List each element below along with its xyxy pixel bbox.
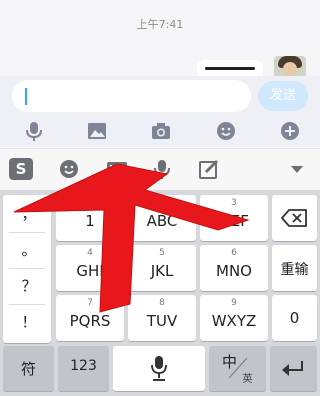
emoji-icon[interactable] [215, 120, 237, 142]
space-voice-key[interactable] [113, 346, 205, 391]
language-switch-key[interactable]: 中 英 [209, 346, 266, 391]
enter-icon [282, 361, 303, 376]
chat-area: 上午7:41 [0, 0, 320, 76]
key-7-pqrs[interactable]: 7 PQRS [56, 295, 124, 341]
key-4-ghi[interactable]: 4 GHI [56, 245, 124, 291]
camera-icon[interactable] [150, 120, 172, 142]
collapse-icon[interactable] [285, 157, 309, 181]
emoji-face-icon[interactable] [57, 157, 81, 181]
image-icon[interactable] [86, 120, 108, 142]
backspace-key[interactable] [272, 195, 317, 241]
reenter-key[interactable]: 重输 [272, 245, 317, 291]
symbol-question-key[interactable]: ？ [6, 275, 52, 296]
text-caret [25, 88, 27, 105]
enter-key[interactable] [270, 346, 317, 391]
keyboard-icon[interactable] [105, 157, 129, 181]
backspace-icon [281, 209, 307, 227]
key-9-wxyz[interactable]: 9 WXYZ [200, 295, 268, 341]
message-bubble[interactable] [197, 60, 263, 76]
key-3-def[interactable]: 3 DEF [200, 195, 268, 241]
key-0[interactable]: 0 [272, 295, 317, 341]
symbol-period-key[interactable]: 。 [6, 239, 52, 260]
voice-icon[interactable] [150, 157, 174, 181]
key-2-abc[interactable]: 2 ABC [128, 195, 196, 241]
ime-toolbar: S [0, 148, 320, 190]
send-button[interactable]: 发送 [258, 81, 308, 111]
voice-icon[interactable] [23, 120, 45, 142]
plus-icon[interactable] [279, 120, 301, 142]
symbol-key[interactable]: 符 [3, 346, 54, 391]
composer: 发送 [0, 76, 320, 116]
key-1[interactable]: 1 [56, 195, 124, 241]
key-5-jkl[interactable]: 5 JKL [128, 245, 196, 291]
numeric-key[interactable]: 123 [58, 346, 109, 391]
symbol-exclaim-key[interactable]: ！ [6, 311, 52, 332]
chat-toolbar [0, 116, 320, 146]
message-timestamp: 上午7:41 [136, 18, 184, 31]
keyboard: ， 。 ？ ！ 1 2 ABC 3 DEF 4 GHI 5 JKL 6 MNO … [0, 190, 320, 396]
avatar[interactable] [274, 56, 306, 76]
key-6-mno[interactable]: 6 MNO [200, 245, 268, 291]
microphone-icon [151, 356, 167, 381]
key-8-tuv[interactable]: 8 TUV [128, 295, 196, 341]
edit-icon[interactable] [197, 157, 221, 181]
symbol-comma-key[interactable]: ， [6, 203, 52, 224]
symbol-column[interactable]: ， 。 ？ ！ [3, 195, 51, 343]
message-input[interactable] [12, 80, 251, 112]
sogou-logo-icon[interactable]: S [9, 158, 33, 180]
